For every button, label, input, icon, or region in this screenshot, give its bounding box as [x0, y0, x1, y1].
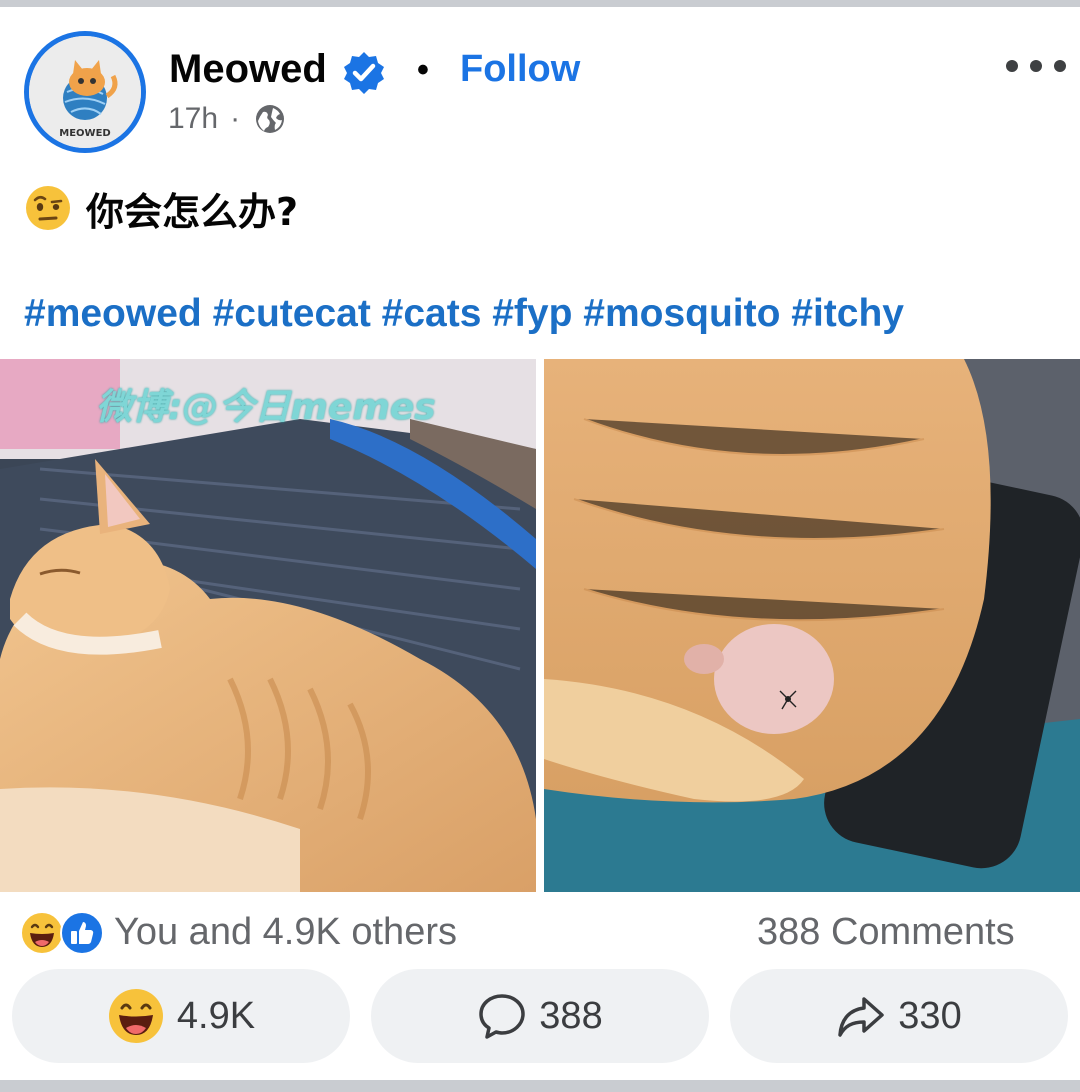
comments-count[interactable]: 388 Comments — [757, 908, 1015, 956]
caption-text: 你会怎么办? — [86, 189, 299, 234]
follow-button[interactable]: Follow — [460, 44, 580, 94]
like-reaction-icon — [60, 911, 104, 955]
bottom-divider — [0, 1080, 1080, 1092]
avatar-label: MEOWED — [59, 128, 110, 139]
photo-watermark: 微博:@今日memes — [96, 387, 436, 428]
more-dot — [1030, 60, 1042, 72]
more-dot — [1054, 60, 1066, 72]
page-avatar[interactable]: MEOWED — [24, 31, 146, 153]
react-count: 4.9K — [176, 994, 256, 1037]
photo-sleeping-cat[interactable] — [0, 359, 536, 892]
globe-icon — [256, 105, 285, 133]
hashtags-line[interactable]: #meowed #cutecat #cats #fyp #mosquito #i… — [24, 290, 904, 338]
verified-badge-icon — [344, 52, 384, 94]
header-separator: • — [417, 51, 429, 89]
comment-bubble-icon — [479, 994, 526, 1039]
top-divider — [0, 0, 1080, 7]
share-count: 330 — [898, 994, 962, 1037]
photo-cat-mosquito[interactable] — [544, 359, 1080, 892]
post-card: MEOWED Meowed • Follow 17h · 你会怎么办? #meo… — [0, 0, 1080, 1092]
meta-separator: · — [230, 102, 241, 135]
more-dot — [1006, 60, 1018, 72]
share-arrow-icon — [838, 997, 885, 1037]
reactions-text: You and 4.9K others — [114, 910, 457, 953]
reaction-icons — [20, 909, 110, 955]
more-options-icon[interactable] — [1006, 48, 1066, 84]
raised-eyebrow-emoji — [26, 186, 70, 230]
post-caption: 你会怎么办? — [24, 180, 298, 236]
comment-count: 388 — [539, 994, 603, 1037]
react-button[interactable]: 4.9K — [12, 969, 350, 1063]
comment-button[interactable]: 388 — [371, 969, 709, 1063]
page-name[interactable]: Meowed — [169, 44, 327, 94]
post-meta: 17h · — [168, 99, 286, 139]
share-button[interactable]: 330 — [730, 969, 1068, 1063]
post-time[interactable]: 17h — [168, 102, 218, 136]
reactions-summary[interactable]: You and 4.9K others — [20, 908, 457, 956]
haha-reaction-icon — [108, 989, 163, 1043]
haha-reaction-icon — [20, 911, 64, 955]
